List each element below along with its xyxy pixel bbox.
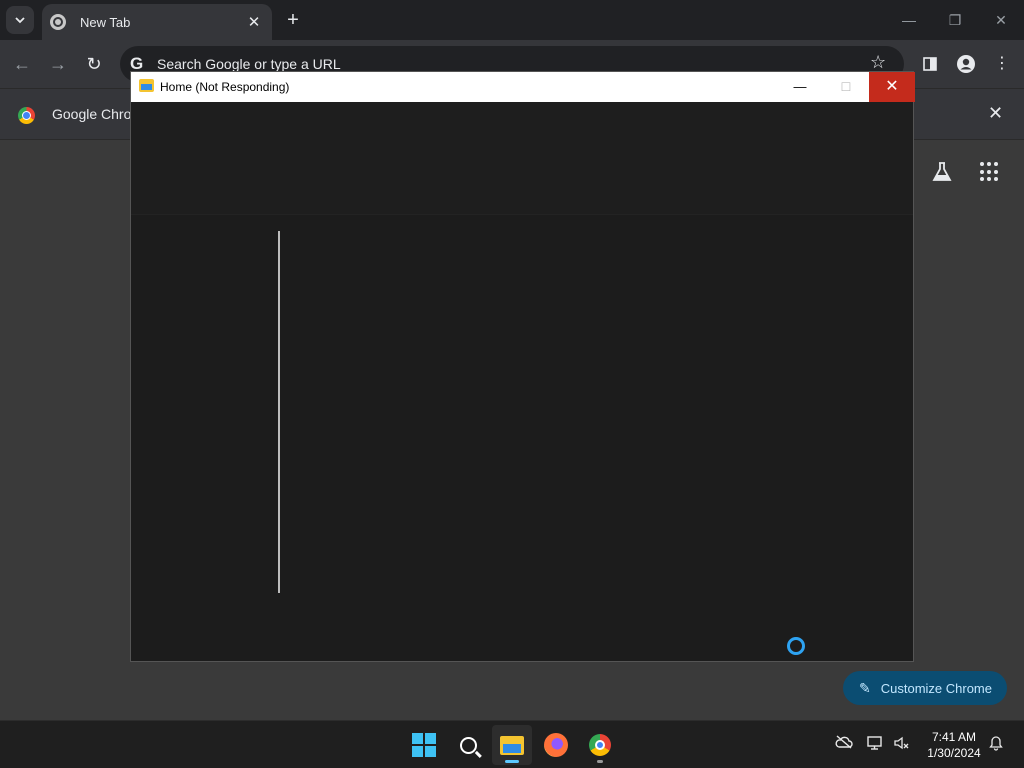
windows-taskbar: 7:41 AM 1/30/2024: [0, 720, 1024, 768]
folder-icon: [139, 79, 154, 92]
omnibox-placeholder: Search Google or type a URL: [157, 56, 341, 72]
side-panel-icon[interactable]: [916, 50, 944, 78]
chevron-down-icon: [15, 17, 25, 24]
taskbar-clock[interactable]: 7:41 AM 1/30/2024: [918, 729, 990, 761]
chrome-minimize-button[interactable]: —: [886, 6, 932, 34]
tab-new-tab[interactable]: New Tab ✕: [42, 4, 272, 40]
taskbar-firefox[interactable]: [536, 725, 576, 765]
volume-muted-icon[interactable]: [892, 735, 912, 755]
back-button[interactable]: ←: [8, 50, 36, 78]
google-apps-icon[interactable]: [980, 162, 1000, 182]
chrome-menu-icon[interactable]: ⋮: [988, 50, 1016, 78]
firefox-icon: [544, 733, 568, 757]
clock-time: 7:41 AM: [931, 730, 977, 744]
windows-logo-icon: [412, 733, 436, 757]
explorer-title: Home (Not Responding): [160, 80, 290, 94]
infobar-close-icon[interactable]: ✕: [988, 103, 1003, 124]
customize-chrome-label: Customize Chrome: [880, 680, 992, 696]
chrome-restore-button[interactable]: ❐: [932, 6, 978, 34]
bookmark-star-icon[interactable]: ☆: [870, 52, 886, 73]
taskbar-chrome[interactable]: [580, 725, 620, 765]
network-icon[interactable]: [866, 735, 886, 755]
explorer-minimize-button[interactable]: —: [777, 72, 823, 102]
clock-date: 1/30/2024: [927, 746, 981, 760]
busy-spinner-icon: [787, 637, 805, 655]
explorer-title-bar[interactable]: Home (Not Responding) — ☐ ✕: [131, 72, 915, 102]
labs-flask-icon[interactable]: [930, 160, 954, 184]
tab-title: New Tab: [80, 14, 131, 30]
file-explorer-window[interactable]: Home (Not Responding) — ☐ ✕: [130, 71, 915, 662]
onedrive-offline-icon[interactable]: [834, 735, 854, 755]
explorer-maximize-button[interactable]: ☐: [823, 72, 869, 102]
explorer-command-area: [131, 102, 913, 215]
navigation-pane-splitter[interactable]: [278, 231, 280, 593]
chrome-favicon-icon: [50, 14, 66, 30]
notification-bell-icon[interactable]: [986, 735, 1006, 755]
search-icon: [459, 736, 477, 754]
taskbar-search-button[interactable]: [448, 725, 488, 765]
chrome-tab-strip: New Tab ✕ + — ❐ ✕: [0, 0, 1024, 40]
pencil-icon: ✎: [859, 679, 871, 696]
forward-button[interactable]: →: [44, 50, 72, 78]
profile-avatar-icon[interactable]: [952, 50, 980, 78]
running-indicator: [597, 760, 603, 763]
customize-chrome-button[interactable]: ✎ Customize Chrome: [843, 671, 1007, 705]
chrome-close-button[interactable]: ✕: [978, 6, 1024, 34]
start-button[interactable]: [404, 725, 444, 765]
chrome-icon: [589, 734, 611, 756]
taskbar-file-explorer[interactable]: [492, 725, 532, 765]
reload-button[interactable]: ↻: [80, 50, 108, 78]
file-explorer-icon: [500, 735, 524, 755]
tab-close-icon[interactable]: ✕: [244, 13, 264, 31]
new-tab-button[interactable]: +: [282, 8, 304, 32]
active-indicator: [505, 760, 519, 763]
chrome-logo-icon: [18, 107, 35, 124]
tab-search-button[interactable]: [6, 6, 34, 34]
explorer-close-button[interactable]: ✕: [869, 72, 915, 102]
